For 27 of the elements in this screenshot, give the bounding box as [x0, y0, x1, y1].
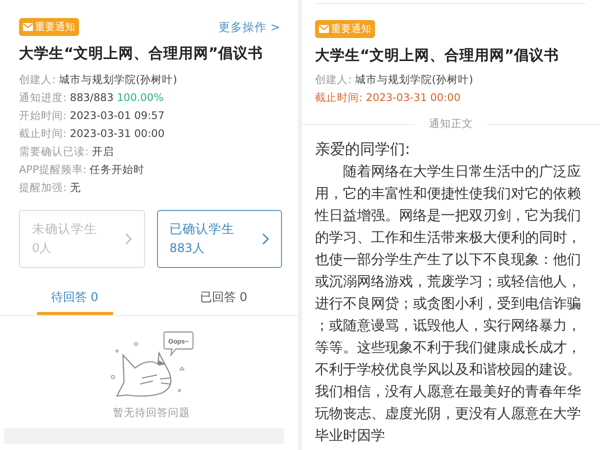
- info-line: 通知进度: 883/883 100.00%: [19, 91, 165, 106]
- info-line: 需要确认已读: 开启: [19, 145, 115, 160]
- greeting-text: 亲爱的同学们:: [315, 139, 412, 160]
- info-line: 截止时间: 2023-03-31 00:00: [19, 127, 166, 142]
- info-line: 提醒加强: 无: [19, 181, 82, 196]
- notice-title: 大学生“文明上网、合理用网”倡议书: [315, 46, 560, 65]
- info-line: 创建人: 城市与规划学院(孙树叶): [315, 73, 474, 88]
- info-line: APP提醒频率: 任务开始时: [19, 163, 146, 178]
- envelope-icon: [319, 25, 329, 33]
- empty-message: 暂无待回答问题: [113, 406, 190, 420]
- envelope-icon: [23, 23, 33, 31]
- student-card[interactable]: 已确认学生 883人: [156, 210, 282, 268]
- more-actions-link[interactable]: 更多操作 >: [218, 20, 284, 34]
- info-line: 截止时间: 2023-03-31 00:00: [315, 91, 462, 106]
- chevron-right-icon: [262, 233, 269, 245]
- info-line: 开始时间: 2023-03-01 09:57: [19, 109, 166, 124]
- answer-tab[interactable]: 待回答 0: [36, 285, 112, 315]
- chevron-right-icon: [124, 233, 132, 245]
- answer-tab[interactable]: 已回答 0: [186, 285, 262, 315]
- notice-badge: 重要通知: [19, 18, 79, 36]
- info-line: 创建人: 城市与规划学院(孙树叶): [19, 73, 178, 88]
- section-heading: 通知正文: [428, 117, 474, 131]
- notice-title: 大学生“文明上网、合理用网”倡议书: [19, 44, 264, 63]
- body-paragraph: 随着网络在大学生日常生活中的广泛应用，它的丰富性和便捷性使我们对它的依赖性日益增强。网络是一把双刃剑，它为我们的学习、工作和生活带来极大便利的同时，也使一部分学生产生了以下不良现象：他们或沉溺网络游戏，荒废学习；或轻信他人，进行不良网贷；或贪图小利，受到电信诈骗；或随意谩骂，诋毁他人，实行网络暴力，等等。这些现象不利于我们健康成长成才，不利于学校优良学风以及和谐校园的建设。我们相信，没有人愿意在最美好的青春年华玩物丧志、虚度光阴，更没有人愿意在大学毕业时因学: [315, 163, 582, 446]
- student-card[interactable]: 未确认学生 0人: [19, 210, 144, 268]
- notice-badge: 重要通知: [315, 20, 375, 38]
- cat-drawing: [116, 352, 171, 397]
